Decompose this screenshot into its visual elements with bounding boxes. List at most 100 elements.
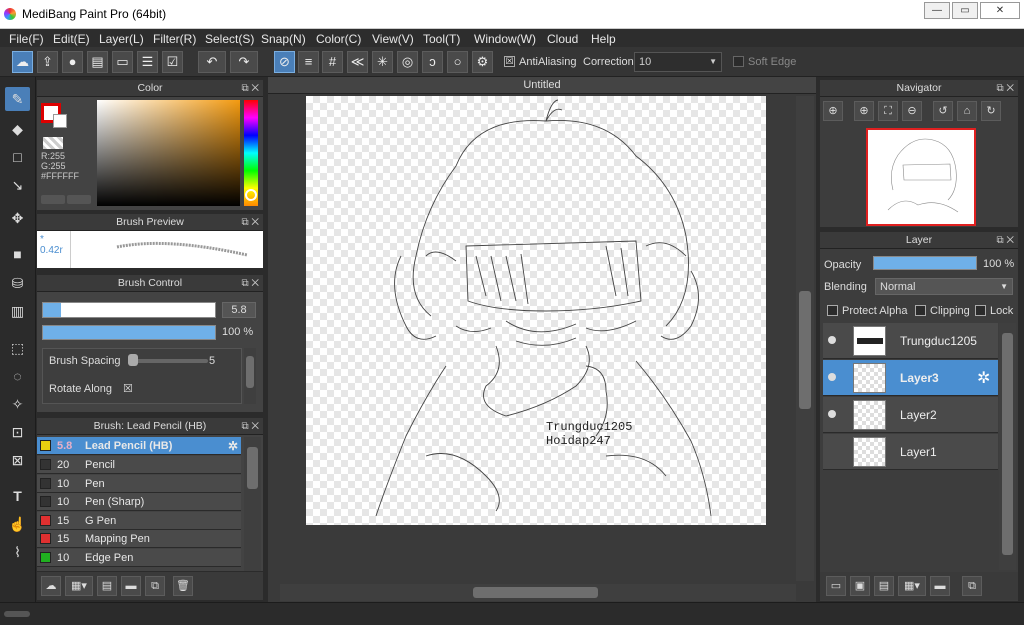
- menu-color[interactable]: Color(C): [316, 32, 361, 46]
- cloud-brush-icon[interactable]: ☁: [41, 576, 61, 596]
- menu-help[interactable]: Help: [591, 32, 616, 46]
- layer-folder-icon[interactable]: ▬: [930, 576, 950, 596]
- brush-item[interactable]: 10 Pen (Sharp): [37, 493, 241, 511]
- correction-select[interactable]: 10 ▼: [634, 52, 722, 72]
- scroll-thumb[interactable]: [799, 291, 811, 409]
- reset-view-icon[interactable]: ⌂: [957, 101, 977, 121]
- rect-select-tool-icon[interactable]: ⬚: [5, 336, 30, 360]
- layer-opacity-slider[interactable]: [873, 256, 977, 270]
- status-scroll[interactable]: [4, 611, 30, 617]
- menu-view[interactable]: View(V): [372, 32, 414, 46]
- curve-snap-icon[interactable]: ↄ: [422, 51, 443, 73]
- visibility-icon[interactable]: [828, 410, 836, 418]
- panel-close-icon[interactable]: ⧉ ✕: [241, 275, 259, 292]
- maximize-button[interactable]: ▭: [952, 2, 978, 19]
- trash-icon[interactable]: 🗑: [173, 576, 193, 596]
- saturation-value-picker[interactable]: [97, 100, 240, 206]
- layer-row[interactable]: Layer1: [823, 434, 998, 470]
- add-layer-menu-icon[interactable]: ▦▾: [898, 576, 926, 596]
- drawing-canvas[interactable]: Trungduc1205 Hoidap247: [306, 96, 766, 525]
- magic-wand-tool-icon[interactable]: ✧: [5, 392, 30, 416]
- operation-tool-icon[interactable]: ☝: [5, 512, 30, 536]
- new-8bit-layer-icon[interactable]: ▤: [874, 576, 894, 596]
- scroll-thumb[interactable]: [473, 587, 598, 598]
- layer-row[interactable]: Trungduc1205: [823, 323, 998, 359]
- eyedropper-tool-icon[interactable]: ⌇: [5, 540, 30, 564]
- menu-select[interactable]: Select(S): [205, 32, 254, 46]
- brush-item[interactable]: 15 G Pen: [37, 512, 241, 530]
- text-tool-icon[interactable]: T: [5, 484, 30, 508]
- protect-alpha-checkbox[interactable]: [827, 305, 838, 316]
- circle-snap-icon[interactable]: ○: [447, 51, 468, 73]
- brush-item[interactable]: 20 Pencil: [37, 456, 241, 474]
- new-layer-icon[interactable]: ▭: [826, 576, 846, 596]
- checklist-icon[interactable]: ☑: [162, 51, 183, 73]
- select-eraser-tool-icon[interactable]: ⊠: [5, 448, 30, 472]
- list-icon[interactable]: ☰: [137, 51, 158, 73]
- gear-icon[interactable]: ✲: [228, 439, 238, 453]
- blending-select[interactable]: Normal ▼: [875, 278, 1013, 295]
- brush-opacity-slider[interactable]: [42, 325, 216, 340]
- layer-row[interactable]: Layer3 ✲: [823, 360, 998, 396]
- perspective-snap-icon[interactable]: ≪: [347, 51, 368, 73]
- gradient-tool-icon[interactable]: ▥: [5, 299, 30, 323]
- visibility-icon[interactable]: [828, 373, 836, 381]
- concentric-snap-icon[interactable]: ◎: [397, 51, 418, 73]
- secondary-color-swatch[interactable]: [53, 114, 67, 128]
- new-halftone-layer-icon[interactable]: ▣: [850, 576, 870, 596]
- canvas-horizontal-scrollbar[interactable]: [280, 584, 796, 601]
- rotate-right-icon[interactable]: ↻: [981, 101, 1001, 121]
- layer-row[interactable]: Layer2: [823, 397, 998, 433]
- zoom-in-icon[interactable]: ⊕: [823, 101, 843, 121]
- brush-list-scrollbar[interactable]: [244, 437, 261, 571]
- document-icon[interactable]: ▭: [112, 51, 133, 73]
- layer-list-scrollbar[interactable]: [999, 323, 1016, 570]
- hue-handle[interactable]: [245, 189, 257, 201]
- antialiasing-checkbox[interactable]: ☒: [504, 56, 515, 67]
- minimize-button[interactable]: —: [924, 2, 950, 19]
- brush-item[interactable]: 15 Mapping Pen: [37, 530, 241, 548]
- bucket-tool-icon[interactable]: ⛁: [5, 271, 30, 295]
- folder-icon[interactable]: ▬: [121, 576, 141, 596]
- zoom-plus-icon[interactable]: ⊕: [854, 101, 874, 121]
- menu-layer[interactable]: Layer(L): [99, 32, 144, 46]
- parallel-snap-icon[interactable]: ≡: [298, 51, 319, 73]
- panel-close-icon[interactable]: ⧉ ✕: [241, 80, 259, 97]
- menu-file[interactable]: File(F): [9, 32, 44, 46]
- menu-edit[interactable]: Edit(E): [53, 32, 90, 46]
- snap-off-icon[interactable]: ⊘: [274, 51, 295, 73]
- soft-edge-checkbox[interactable]: [733, 56, 744, 67]
- panel-close-icon[interactable]: ⧉ ✕: [241, 214, 259, 231]
- radial-snap-icon[interactable]: ✳: [372, 51, 393, 73]
- brush-control-scrollbar[interactable]: [244, 348, 256, 404]
- scroll-thumb[interactable]: [1002, 333, 1013, 555]
- rotate-along-checkbox[interactable]: ☒: [123, 382, 133, 395]
- brush-spacing-handle[interactable]: [128, 354, 138, 366]
- duplicate-icon[interactable]: ⧉: [145, 576, 165, 596]
- grid-snap-icon[interactable]: #: [322, 51, 343, 73]
- snap-settings-icon[interactable]: ⚙: [472, 51, 493, 73]
- brush-size-value[interactable]: 5.8: [222, 302, 256, 318]
- speech-bubble-icon[interactable]: ▤: [87, 51, 108, 73]
- menu-snap[interactable]: Snap(N): [261, 32, 306, 46]
- panel-close-icon[interactable]: ⧉ ✕: [996, 80, 1014, 97]
- lock-checkbox[interactable]: [975, 305, 986, 316]
- menu-filter[interactable]: Filter(R): [153, 32, 196, 46]
- zoom-out-icon[interactable]: ⊖: [902, 101, 922, 121]
- visibility-icon[interactable]: [828, 336, 836, 344]
- rotate-left-icon[interactable]: ↺: [933, 101, 953, 121]
- move-tool-icon[interactable]: ✥: [5, 206, 30, 230]
- scroll-thumb[interactable]: [247, 447, 258, 489]
- brush-settings-icon[interactable]: ▤: [97, 576, 117, 596]
- clipping-checkbox[interactable]: [915, 305, 926, 316]
- fit-view-icon[interactable]: ⛶: [878, 101, 898, 121]
- scroll-thumb[interactable]: [246, 356, 254, 388]
- dot-brush-tool-icon[interactable]: ↘: [5, 173, 30, 197]
- eyedropper-button[interactable]: [67, 195, 91, 204]
- add-brush-icon[interactable]: ▦▾: [65, 576, 93, 596]
- menu-tool[interactable]: Tool(T): [423, 32, 460, 46]
- brush-spacing-slider[interactable]: [128, 359, 208, 363]
- menu-cloud[interactable]: Cloud: [547, 32, 578, 46]
- eraser-tool-icon[interactable]: ◆: [5, 117, 30, 141]
- gear-icon[interactable]: ✲: [977, 368, 990, 388]
